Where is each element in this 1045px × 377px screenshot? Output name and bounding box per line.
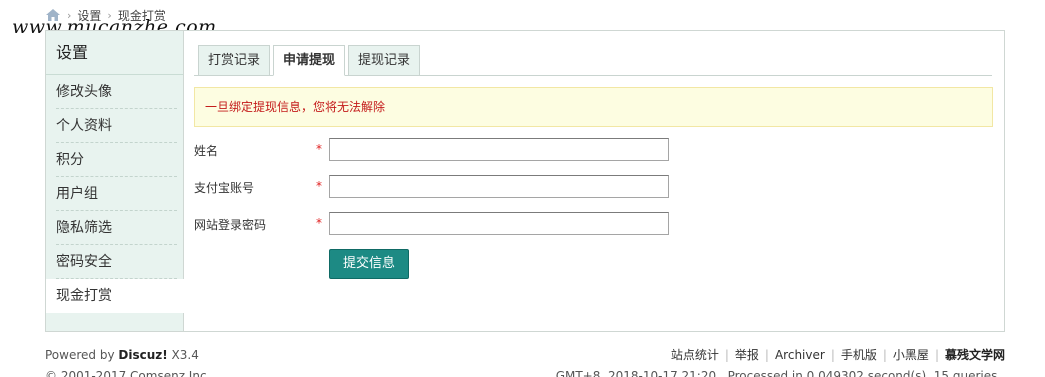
footer-left: Powered by Discuz! X3.4 © 2001-2017 Coms… <box>45 345 210 377</box>
tab-withdraw-records[interactable]: 提现记录 <box>348 45 421 76</box>
powered-by: Powered by Discuz! X3.4 <box>45 345 210 366</box>
required-mark: * <box>316 216 322 230</box>
name-input[interactable] <box>329 138 669 161</box>
footer-link-stats[interactable]: 站点统计 <box>671 345 719 366</box>
required-mark: * <box>316 179 322 193</box>
footer-link-site[interactable]: 慕残文学网 <box>945 345 1005 366</box>
footer-links: 站点统计 | 举报 | Archiver | 手机版 | 小黑屋 | 慕残文学网 <box>556 345 1005 366</box>
tab-reward-records[interactable]: 打赏记录 <box>198 45 271 76</box>
form-row-name: 姓名 * <box>194 138 694 162</box>
submit-button[interactable]: 提交信息 <box>329 249 409 279</box>
footer-right: 站点统计 | 举报 | Archiver | 手机版 | 小黑屋 | 慕残文学网 GMT+… <box>556 345 1005 377</box>
powered-by-text: Powered by <box>45 348 119 362</box>
sidebar-item-avatar[interactable]: 修改头像 <box>56 75 177 109</box>
sidebar-item-cash-reward[interactable]: 现金打赏 <box>46 279 185 313</box>
footer-status: GMT+8, 2018-10-17 21:20 , Processed in 0… <box>555 369 1005 377</box>
site-password-label: 网站登录密码 <box>194 218 267 232</box>
settings-panel: 设置 修改头像 个人资料 积分 用户组 隐私筛选 密码安全 现金打赏 打赏记录 … <box>45 30 1005 332</box>
form-row-alipay: 支付宝账号 * <box>194 175 694 199</box>
sidebar-item-credits[interactable]: 积分 <box>56 143 177 177</box>
tab-bar: 打赏记录 申请提现 提现记录 <box>198 45 421 76</box>
form-row-password: 网站登录密码 * <box>194 212 694 236</box>
sidebar-title: 设置 <box>46 31 183 75</box>
sidebar-item-usergroup[interactable]: 用户组 <box>56 177 177 211</box>
sidebar-item-profile[interactable]: 个人资料 <box>56 109 177 143</box>
footer-link-blacklist[interactable]: 小黑屋 <box>893 345 929 366</box>
sidebar: 设置 修改头像 个人资料 积分 用户组 隐私筛选 密码安全 现金打赏 <box>46 31 185 331</box>
alipay-account-input[interactable] <box>329 175 669 198</box>
footer-link-archiver[interactable]: Archiver <box>775 345 825 366</box>
footer-link-mobile[interactable]: 手机版 <box>841 345 877 366</box>
powered-by-brand[interactable]: Discuz! <box>118 348 167 362</box>
footer-link-report[interactable]: 举报 <box>735 345 759 366</box>
alipay-account-label: 支付宝账号 <box>194 181 255 195</box>
sidebar-item-privacy[interactable]: 隐私筛选 <box>56 211 177 245</box>
warning-notice: 一旦绑定提现信息，您将无法解除 <box>194 87 993 127</box>
site-password-input[interactable] <box>329 212 669 235</box>
copyright: © 2001-2017 Comsenz Inc. <box>45 369 211 377</box>
sidebar-item-password[interactable]: 密码安全 <box>56 245 177 279</box>
powered-by-version: X3.4 <box>167 348 199 362</box>
required-mark: * <box>316 142 322 156</box>
name-label: 姓名 <box>194 144 219 158</box>
tab-apply-withdraw[interactable]: 申请提现 <box>273 45 346 76</box>
